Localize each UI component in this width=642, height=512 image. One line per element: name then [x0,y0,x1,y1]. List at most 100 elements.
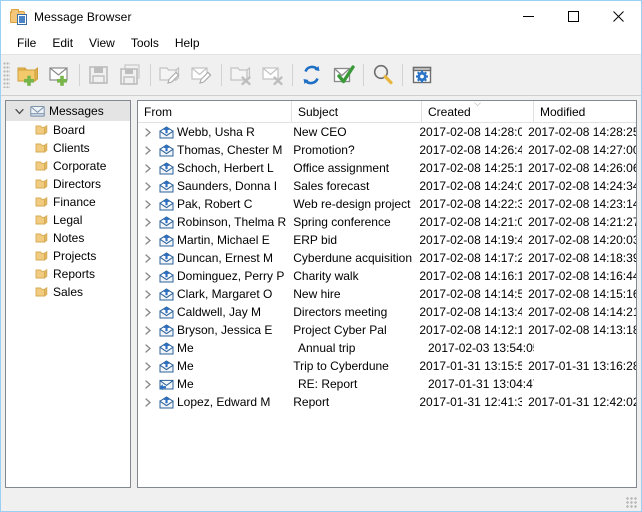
table-row[interactable]: Duncan, Ernest M Cyberdune acquisition 201… [138,249,636,267]
maximize-button[interactable] [551,1,596,32]
table-row[interactable]: Lopez, Edward M Report 2017-01-31 12:41:30… [138,393,636,411]
message-from-label: Clark, Margaret O [177,287,273,301]
column-header-created[interactable]: ⌵ Created [422,101,534,122]
chevron-right-icon[interactable] [140,289,156,299]
sidebar-item-sales[interactable]: Sales [6,283,130,301]
table-row[interactable]: Martin, Michael E ERP bid 2017-02-08 14:19… [138,231,636,249]
sidebar-item-legal[interactable]: Legal [6,211,130,229]
envelope-sent-icon [156,179,176,193]
envelope-delete-icon [262,67,283,86]
chevron-down-icon[interactable] [10,102,28,120]
message-from-label: Dominguez, Perry P [177,269,285,283]
message-modified-cell: 2017-02-08 14:28:25 [528,125,636,139]
sidebar-item-messages[interactable]: Messages [6,101,130,121]
new-message-button[interactable] [44,59,76,91]
column-header-from[interactable]: From [138,101,292,122]
table-row[interactable]: Clark, Margaret O New hire 2017-02-08 14:1… [138,285,636,303]
mark-read-button[interactable] [328,59,360,91]
message-created-cell: 2017-02-03 13:54:05 [428,341,534,355]
resize-grip-icon[interactable] [626,497,638,509]
search-button[interactable] [367,59,399,91]
column-header-label: From [144,104,172,119]
message-created-cell: 2017-02-08 14:13:46 [419,305,523,319]
envelope-sent-icon [156,125,176,139]
settings-button[interactable] [406,59,438,91]
chevron-right-icon[interactable] [140,217,156,227]
edit-folder-button[interactable] [154,59,186,91]
sidebar-item-board[interactable]: Board [6,121,130,139]
table-row[interactable]: Dominguez, Perry P Charity walk 2017-02-08… [138,267,636,285]
edit-message-button[interactable] [186,59,218,91]
menu-tools[interactable]: Tools [123,34,167,53]
table-row[interactable]: Thomas, Chester M Promotion? 2017-02-08 14… [138,141,636,159]
message-subject-cell: Promotion? [293,143,355,157]
chevron-right-icon[interactable] [140,163,156,173]
sidebar-item-finance[interactable]: Finance [6,193,130,211]
message-created-cell: 2017-02-08 14:24:05 [419,179,523,193]
table-row[interactable]: Schoch, Herbert L Office assignment 2017-0… [138,159,636,177]
sidebar-item-label: Sales [53,285,84,299]
column-header-modified[interactable]: Modified [534,101,636,122]
table-row[interactable]: Me Trip to Cyberdune 2017-01-31 13:15:58 20… [138,357,636,375]
chevron-right-icon[interactable] [140,361,156,371]
chevron-right-icon[interactable] [140,343,156,353]
message-modified-cell: 2017-02-08 14:26:06 [528,161,636,175]
sidebar-item-corporate[interactable]: Corporate [6,157,130,175]
folder-edit-icon [159,66,180,84]
message-modified-cell: 2017-02-08 14:24:34 [528,179,636,193]
message-subject-cell: New hire [293,287,341,301]
toolbar-drag-grip[interactable] [3,62,10,88]
chevron-right-icon[interactable] [140,379,156,389]
chevron-right-icon[interactable] [140,181,156,191]
menu-help[interactable]: Help [167,34,208,53]
chevron-right-icon[interactable] [140,307,156,317]
chevron-right-icon[interactable] [140,397,156,407]
sidebar-item-directors[interactable]: Directors [6,175,130,193]
save-icon [89,66,108,84]
menu-file[interactable]: File [9,34,44,53]
message-from-cell: Clark, Margaret O [138,285,287,303]
table-row[interactable]: Webb, Usha R New CEO 2017-02-08 14:28:03 20… [138,123,636,141]
message-subject-cell: Web re-design project [293,197,411,211]
menu-view[interactable]: View [81,34,123,53]
save-button[interactable] [83,59,115,91]
sidebar-item-label: Directors [53,177,102,191]
table-row[interactable]: Caldwell, Jay M Directors meeting 2017-02-… [138,303,636,321]
table-row[interactable]: Pak, Robert C Web re-design project 2017-0… [138,195,636,213]
toolbar-separator [150,64,151,86]
sidebar-item-projects[interactable]: Projects [6,247,130,265]
chevron-right-icon[interactable] [140,253,156,263]
save-all-button[interactable] [115,59,147,91]
chevron-right-icon[interactable] [140,145,156,155]
chevron-right-icon[interactable] [140,325,156,335]
refresh-button[interactable] [296,59,328,91]
column-header-label: Subject [298,104,339,119]
close-button[interactable] [596,1,641,32]
chevron-right-icon[interactable] [140,235,156,245]
message-modified-cell: 2017-02-08 14:15:16 [528,287,636,301]
message-created-cell: 2017-02-08 14:22:33 [419,197,523,211]
table-row[interactable]: Bryson, Jessica E Project Cyber Pal 2017-0… [138,321,636,339]
chevron-right-icon[interactable] [140,271,156,281]
table-row[interactable]: Me Annual trip 2017-02-03 13:54:05 [138,339,636,357]
table-row[interactable]: Robinson, Thelma R Spring conference 2017-… [138,213,636,231]
sidebar-item-notes[interactable]: Notes [6,229,130,247]
menu-edit[interactable]: Edit [44,34,81,53]
message-created-cell: 2017-01-31 12:41:30 [419,395,523,409]
minimize-button[interactable] [506,1,551,32]
new-folder-button[interactable] [12,59,44,91]
folder-icon [32,268,50,280]
table-row[interactable]: Me RE: Report 2017-01-31 13:04:47 [138,375,636,393]
delete-folder-button[interactable] [225,59,257,91]
chevron-right-icon[interactable] [140,127,156,137]
message-created-cell: 2017-02-08 14:25:19 [419,161,523,175]
inbox-envelope-icon [28,105,46,118]
table-row[interactable]: Saunders, Donna I Sales forecast 2017-02-0… [138,177,636,195]
column-header-subject[interactable]: Subject [292,101,422,122]
sidebar-item-clients[interactable]: Clients [6,139,130,157]
message-created-cell: 2017-02-08 14:16:17 [419,269,523,283]
message-subject-cell: Charity walk [293,269,359,283]
sidebar-item-reports[interactable]: Reports [6,265,130,283]
delete-message-button[interactable] [257,59,289,91]
chevron-right-icon[interactable] [140,199,156,209]
